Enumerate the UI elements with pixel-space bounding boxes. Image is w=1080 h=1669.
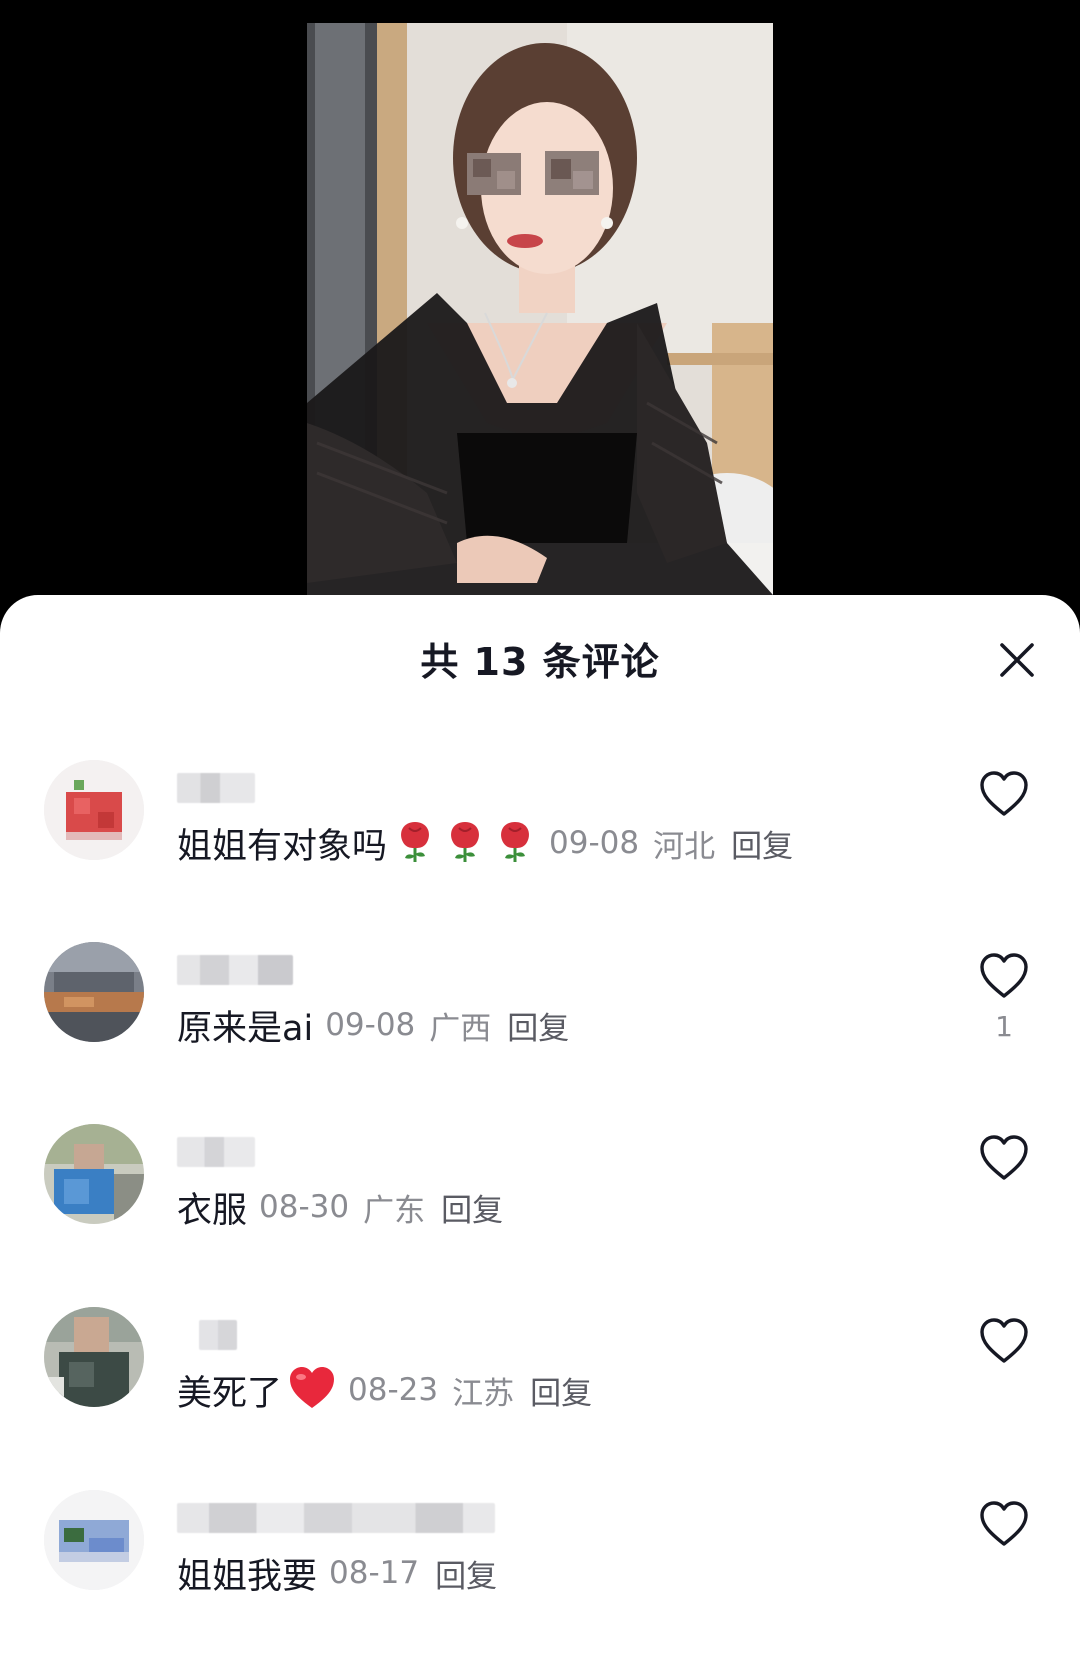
comment-item: 衣服 08-30 广东 回复: [0, 1124, 1080, 1274]
avatar-image: [44, 1307, 144, 1407]
comment-date: 09-08: [549, 825, 640, 861]
username-blurred[interactable]: [177, 1134, 255, 1170]
username-mosaic: [177, 1503, 495, 1533]
like-control: 1: [976, 952, 1032, 1043]
comment-location: 河北: [653, 828, 716, 865]
comment-date: 08-23: [348, 1372, 439, 1408]
video-still-image: [307, 23, 773, 595]
reply-button[interactable]: 回复: [441, 1185, 503, 1230]
comment-count-title: 共 13 条评论: [420, 640, 660, 684]
avatar-image: [44, 942, 144, 1042]
avatar[interactable]: [44, 1490, 144, 1590]
username-blurred[interactable]: [177, 952, 293, 988]
comment-sheet-header: 共 13 条评论: [0, 595, 1080, 725]
username-mosaic: [199, 1320, 237, 1350]
username-blurred[interactable]: [177, 770, 255, 806]
like-control: [976, 1134, 1032, 1192]
close-icon: [1000, 643, 1034, 677]
comment-line: 美死了 08-23 江苏 回复: [177, 1365, 592, 1415]
rose-emoji: [393, 818, 437, 868]
like-control: [976, 1500, 1032, 1558]
avatar-image: [44, 760, 144, 860]
reply-button[interactable]: 回复: [507, 1003, 569, 1048]
comment-location: 广东: [363, 1192, 426, 1229]
screen: 共 13 条评论 姐姐有对象吗 09-08 河北 回复 原来是ai 09-08 …: [0, 0, 1080, 1669]
avatar[interactable]: [44, 1307, 144, 1407]
comment-item: 美死了 08-23 江苏 回复: [0, 1307, 1080, 1457]
rose-emoji: [493, 818, 537, 868]
comment-item: 姐姐我要 08-17 回复: [0, 1490, 1080, 1640]
comment-text: 姐姐有对象吗: [177, 826, 388, 867]
comment-text: 原来是ai: [177, 1008, 314, 1049]
username-mosaic: [177, 1137, 255, 1167]
heart-icon[interactable]: [978, 952, 1030, 1000]
reply-button[interactable]: 回复: [435, 1551, 497, 1596]
comment-sheet: 共 13 条评论 姐姐有对象吗 09-08 河北 回复 原来是ai 09-08 …: [0, 595, 1080, 1669]
reply-button[interactable]: 回复: [731, 821, 793, 866]
close-button[interactable]: [992, 635, 1042, 685]
username-mosaic: [177, 955, 293, 985]
comment-location: 江苏: [452, 1375, 515, 1412]
heart-icon[interactable]: [978, 1134, 1030, 1182]
video-thumbnail[interactable]: [307, 23, 773, 595]
username-blurred[interactable]: [177, 1317, 237, 1353]
comment-text: 姐姐我要: [177, 1556, 318, 1597]
username-mosaic: [177, 773, 255, 803]
comment-item: 姐姐有对象吗 09-08 河北 回复: [0, 760, 1080, 910]
comment-text: 衣服: [177, 1190, 248, 1231]
rose-emoji: [443, 818, 487, 868]
comment-date: 08-30: [259, 1189, 350, 1225]
red-heart-emoji: [288, 1366, 336, 1414]
comment-location: 广西: [429, 1010, 492, 1047]
heart-icon[interactable]: [978, 1500, 1030, 1548]
comment-date: 09-08: [325, 1007, 416, 1043]
video-player[interactable]: [0, 0, 1080, 610]
avatar[interactable]: [44, 942, 144, 1042]
avatar[interactable]: [44, 760, 144, 860]
username-blurred[interactable]: [177, 1500, 495, 1536]
reply-button[interactable]: 回复: [530, 1368, 592, 1413]
like-control: [976, 1317, 1032, 1375]
like-control: [976, 770, 1032, 828]
comment-line: 姐姐有对象吗 09-08 河北 回复: [177, 818, 793, 868]
comment-text: 美死了: [177, 1373, 283, 1414]
comment-item: 原来是ai 09-08 广西 回复 1: [0, 942, 1080, 1092]
avatar-image: [44, 1490, 144, 1590]
comment-line: 姐姐我要 08-17 回复: [177, 1548, 497, 1598]
avatar[interactable]: [44, 1124, 144, 1224]
comment-line: 原来是ai 09-08 广西 回复: [177, 1000, 569, 1050]
comment-line: 衣服 08-30 广东 回复: [177, 1182, 503, 1232]
heart-icon[interactable]: [978, 1317, 1030, 1365]
comment-date: 08-17: [329, 1555, 420, 1591]
heart-icon[interactable]: [978, 770, 1030, 818]
like-count: 1: [995, 1010, 1013, 1043]
avatar-image: [44, 1124, 144, 1224]
